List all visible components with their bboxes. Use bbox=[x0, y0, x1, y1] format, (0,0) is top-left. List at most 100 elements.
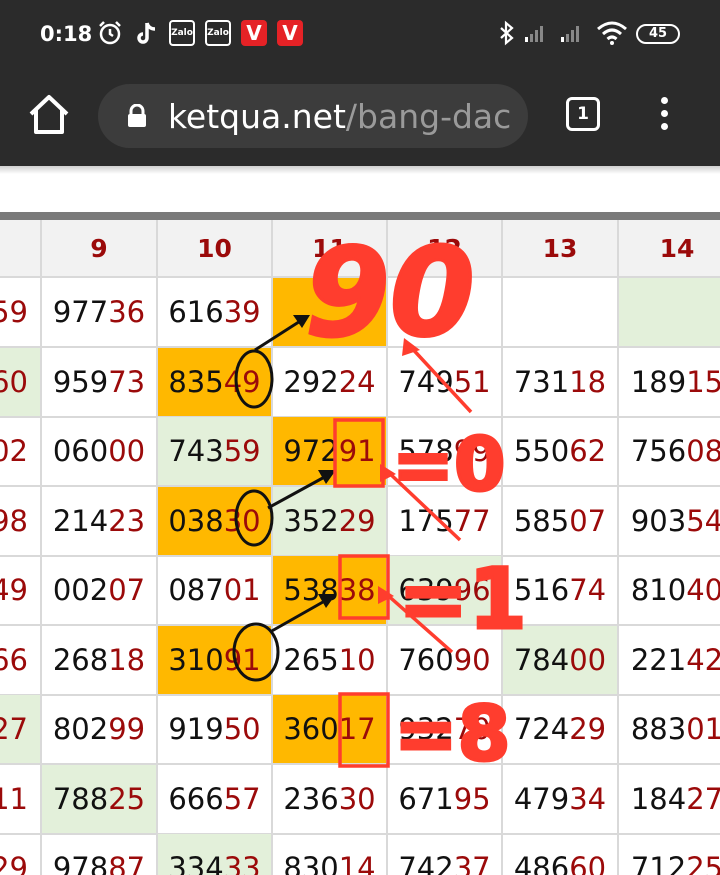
cell-digits-red: 33 bbox=[223, 851, 261, 875]
cell-digits-black: 265 bbox=[283, 642, 339, 677]
cell-digits-red: 23 bbox=[108, 503, 146, 538]
result-cell: 038 30 bbox=[158, 486, 273, 557]
result-cell: 538 38 bbox=[273, 556, 388, 626]
status-bar: 0:18 Zalo Zalo V V 45 bbox=[0, 0, 720, 70]
toolbar-shadow bbox=[0, 166, 720, 174]
url-path: /bang-dac bbox=[345, 97, 512, 136]
cell-digits-black: 486 bbox=[513, 851, 570, 875]
cell-digits-red: 91 bbox=[338, 434, 376, 468]
cell-digits-black: 671 bbox=[398, 781, 454, 816]
result-cell: 268 18 bbox=[42, 625, 158, 696]
cell-digits-red: 24 bbox=[338, 364, 376, 399]
cell-digits-red: 77 bbox=[453, 503, 491, 538]
result-cell: 724 29 bbox=[503, 695, 619, 765]
cell-digits-black: 977 bbox=[52, 295, 109, 329]
cell-digits-black: 784 bbox=[513, 642, 570, 677]
result-cell: 98 bbox=[0, 486, 42, 557]
zalo-icon: Zalo bbox=[169, 20, 195, 46]
result-cell: 756 08 bbox=[619, 417, 720, 487]
result-cell: 616 39 bbox=[158, 278, 273, 348]
result-cell: 184 27 bbox=[619, 765, 720, 835]
result-cell: 742 37 bbox=[388, 834, 503, 875]
cell-digits-red: 01 bbox=[686, 712, 720, 746]
zalo-icon: Zalo bbox=[205, 20, 231, 46]
cell-digits-black: 516 bbox=[513, 573, 570, 607]
result-cell: 903 54 bbox=[619, 487, 720, 557]
cell-digits-red: 01 bbox=[223, 573, 261, 607]
result-cell: 639 96 bbox=[388, 556, 503, 626]
cell-digits-red: 11 bbox=[0, 781, 28, 816]
cell-digits-red: 99 bbox=[453, 434, 491, 468]
result-cell: 214 23 bbox=[42, 486, 158, 557]
url-host: ketqua.net bbox=[168, 97, 346, 136]
result-cell: 334 33 bbox=[158, 834, 273, 875]
cell-digits-red: 60 bbox=[569, 851, 607, 875]
home-icon[interactable] bbox=[26, 92, 72, 138]
cell-digits-black: 742 bbox=[398, 851, 454, 875]
result-cell: 310 91 bbox=[158, 625, 273, 696]
cell-digits-black: 760 bbox=[398, 642, 454, 677]
cell-digits-black: 903 bbox=[630, 503, 687, 538]
tab-switcher-button[interactable]: 1 bbox=[566, 97, 600, 131]
result-cell: 66 bbox=[0, 625, 42, 696]
result-cell: 292 24 bbox=[273, 347, 388, 418]
result-cell: 360 17 bbox=[273, 695, 388, 765]
result-cell: 29 bbox=[0, 834, 42, 875]
cell-digits-red: 29 bbox=[0, 851, 28, 875]
table-top-border bbox=[0, 212, 720, 220]
cell-digits-red: 27 bbox=[686, 781, 720, 816]
cell-digits-black: 743 bbox=[168, 434, 224, 468]
address-bar[interactable]: ketqua.net/bang-dac bbox=[98, 84, 528, 148]
more-menu-icon[interactable] bbox=[656, 94, 672, 138]
cell-digits-black: 236 bbox=[283, 781, 339, 816]
cell-digits-red: 59 bbox=[0, 295, 28, 329]
result-cell: 731 18 bbox=[503, 347, 619, 418]
result-cell: 087 01 bbox=[158, 556, 273, 626]
result-cell: 002 07 bbox=[42, 556, 158, 626]
browser-chrome: 0:18 Zalo Zalo V V 45 ketqua.net/bang-da… bbox=[0, 0, 720, 166]
cell-digits-red: 59 bbox=[223, 434, 261, 468]
column-header: 9 bbox=[42, 220, 158, 278]
cell-digits-black: 810 bbox=[630, 573, 687, 607]
column-header: 12 bbox=[388, 220, 503, 278]
result-cell bbox=[619, 278, 720, 348]
cell-digits-red: 29 bbox=[569, 712, 607, 746]
cell-digits-black: 585 bbox=[513, 503, 570, 538]
cell-digits-black: 959 bbox=[52, 364, 109, 399]
result-cell: 265 10 bbox=[273, 625, 388, 696]
cell-digits-black: 978 bbox=[52, 851, 109, 875]
cell-digits-black: 972 bbox=[283, 434, 339, 468]
cell-digits-black: 189 bbox=[630, 364, 687, 399]
result-cell: 666 57 bbox=[158, 764, 273, 835]
cell-digits-black: 802 bbox=[52, 712, 109, 746]
cell-digits-red: 14 bbox=[338, 851, 376, 875]
cell-digits-red: 90 bbox=[453, 642, 491, 677]
cell-digits-black: 175 bbox=[398, 503, 454, 538]
result-cell: 788 25 bbox=[42, 764, 158, 835]
cell-digits-black: 038 bbox=[168, 503, 224, 538]
column-header: 10 bbox=[158, 220, 273, 278]
cell-digits-red: 96 bbox=[453, 573, 491, 607]
cell-digits-red: 98 bbox=[0, 503, 28, 538]
result-cell: 802 99 bbox=[42, 695, 158, 765]
cell-digits-red: 62 bbox=[569, 434, 607, 468]
cell-digits-red: 73 bbox=[108, 364, 146, 399]
cell-digits-black: 214 bbox=[52, 503, 109, 538]
result-cell: 972 91 bbox=[273, 417, 388, 487]
result-cell: 189 15 bbox=[619, 348, 720, 418]
cell-digits-red: 66 bbox=[0, 642, 28, 677]
cell-digits-red: 49 bbox=[0, 573, 28, 607]
result-cell: 550 62 bbox=[503, 417, 619, 487]
wifi-icon bbox=[597, 21, 627, 45]
result-cell bbox=[273, 278, 388, 348]
cell-digits-black: 060 bbox=[52, 434, 109, 468]
result-cell: 977 36 bbox=[42, 278, 158, 348]
result-cell bbox=[503, 278, 619, 348]
lock-icon bbox=[128, 104, 146, 127]
cell-digits-red: 29 bbox=[338, 503, 376, 538]
cell-digits-black: 756 bbox=[630, 434, 687, 468]
cell-digits-red: 37 bbox=[453, 851, 491, 875]
cell-digits-black: 830 bbox=[283, 851, 339, 875]
cell-digits-red: 07 bbox=[108, 573, 146, 607]
cell-digits-black: 184 bbox=[630, 781, 687, 816]
